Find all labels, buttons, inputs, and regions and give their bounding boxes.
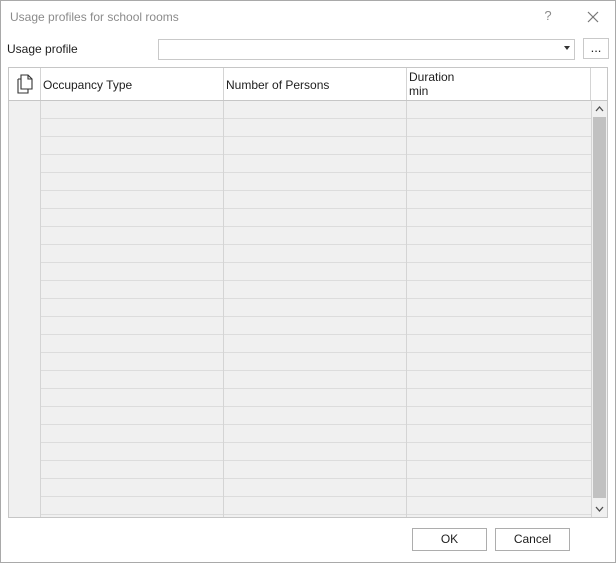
table-row[interactable] (41, 353, 591, 371)
dialog-window: Usage profiles for school rooms ? Usage … (0, 0, 616, 563)
column-unit: min (409, 84, 429, 98)
column-label: Number of Persons (226, 78, 330, 92)
table-row[interactable] (41, 155, 591, 173)
table-row[interactable] (41, 371, 591, 389)
scrollbar-thumb[interactable] (593, 117, 606, 498)
column-header-number-of-persons[interactable]: Number of Persons (224, 68, 407, 100)
grid-body (41, 101, 591, 517)
column-label: Duration (409, 70, 455, 84)
table-row[interactable] (41, 227, 591, 245)
table-row[interactable] (41, 317, 591, 335)
column-header-occupancy-type[interactable]: Occupancy Type (41, 68, 224, 100)
column-divider (223, 101, 224, 517)
table-row[interactable] (41, 425, 591, 443)
usage-profile-label: Usage profile (7, 42, 78, 56)
grid-header: Occupancy Type Number of Persons Duratio… (9, 68, 607, 101)
table-row[interactable] (41, 119, 591, 137)
ok-button[interactable]: OK (412, 528, 487, 551)
table-row[interactable] (41, 497, 591, 515)
occupancy-grid: Occupancy Type Number of Persons Duratio… (8, 67, 608, 518)
grid-corner-cell[interactable] (9, 68, 41, 100)
table-row[interactable] (41, 389, 591, 407)
table-row[interactable] (41, 461, 591, 479)
copy-icon (17, 74, 33, 94)
table-row[interactable] (41, 245, 591, 263)
table-row[interactable] (41, 191, 591, 209)
scroll-up-icon[interactable] (592, 102, 607, 116)
cancel-button[interactable]: Cancel (495, 528, 570, 551)
usage-profile-dropdown[interactable] (158, 39, 575, 60)
browse-profiles-button[interactable]: ... (583, 38, 609, 59)
table-row[interactable] (41, 281, 591, 299)
column-divider (406, 101, 407, 517)
table-row[interactable] (41, 137, 591, 155)
table-row[interactable] (41, 443, 591, 461)
column-label: Occupancy Type (43, 78, 133, 92)
row-header-column (9, 101, 41, 517)
table-row[interactable] (41, 299, 591, 317)
table-row[interactable] (41, 479, 591, 497)
table-row[interactable] (41, 335, 591, 353)
table-row[interactable] (41, 407, 591, 425)
scroll-down-icon[interactable] (592, 502, 607, 516)
table-row[interactable] (41, 173, 591, 191)
table-row[interactable] (41, 209, 591, 227)
table-row[interactable] (41, 263, 591, 281)
vertical-scrollbar[interactable] (592, 101, 607, 517)
close-button[interactable] (581, 6, 605, 28)
window-title: Usage profiles for school rooms (10, 10, 179, 24)
column-header-duration[interactable]: Duration min (407, 68, 591, 100)
close-icon (587, 11, 599, 23)
chevron-down-icon (564, 46, 570, 50)
table-row[interactable] (41, 101, 591, 119)
help-button[interactable]: ? (537, 6, 559, 26)
title-bar: Usage profiles for school rooms ? (1, 1, 615, 33)
